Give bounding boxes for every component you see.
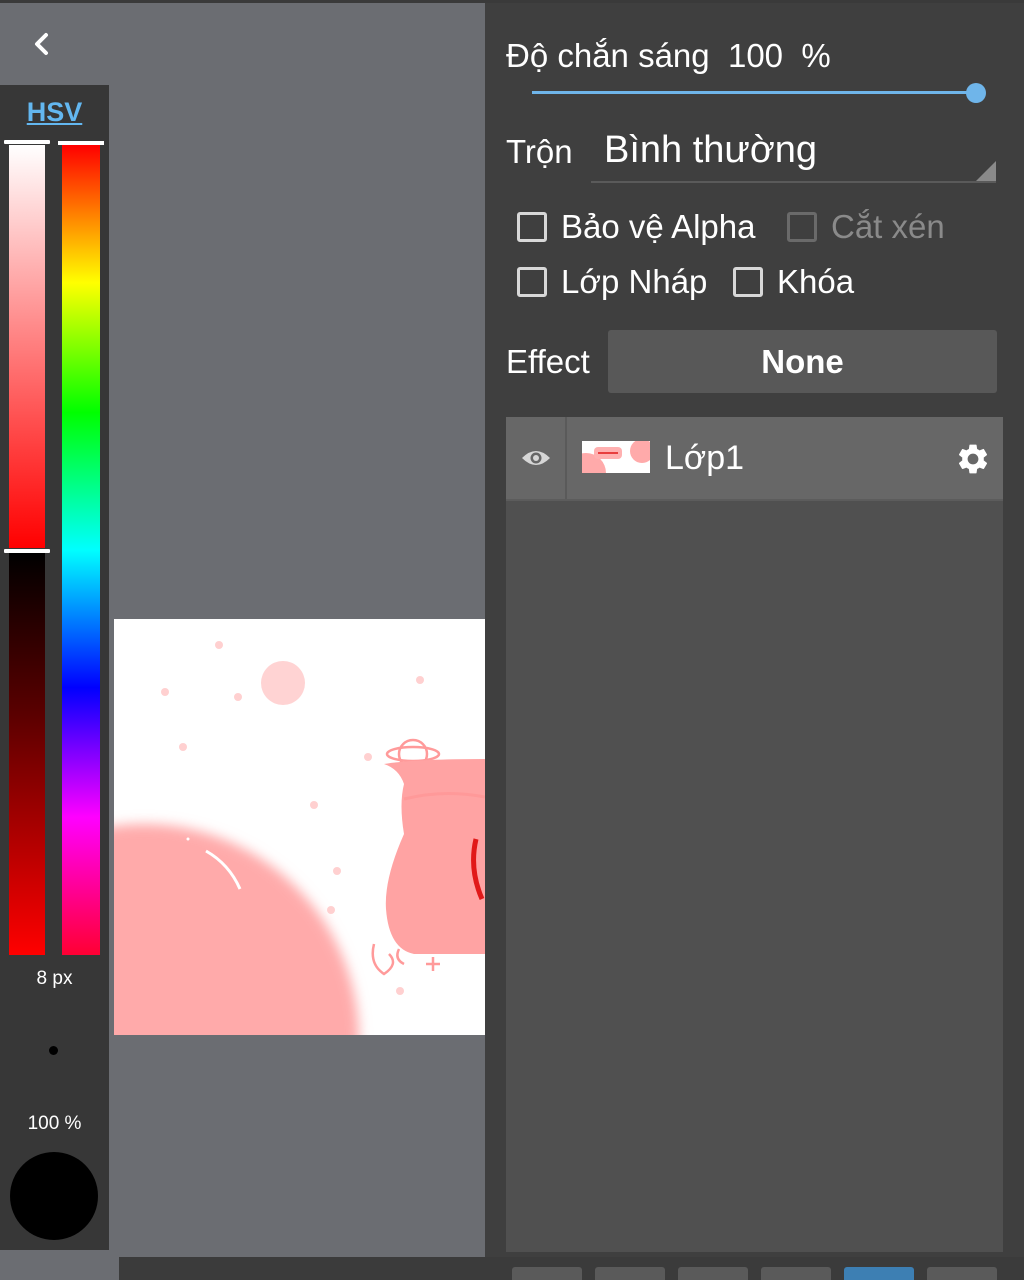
clipping-label: Cắt xén: [831, 208, 945, 245]
toolbar-button[interactable]: [595, 1267, 665, 1280]
effect-label: Effect: [506, 343, 590, 380]
canvas-artwork: [114, 641, 485, 1035]
saturation-slider[interactable]: [9, 145, 45, 548]
clipping-checkbox: Cắt xén: [787, 208, 945, 246]
layer-row[interactable]: Lớp1: [506, 417, 1003, 501]
lock-checkbox[interactable]: Khóa: [733, 263, 854, 301]
back-chevron-icon: [35, 33, 48, 55]
brush-size-preview: [49, 1046, 58, 1055]
blend-mode-dropdown[interactable]: Bình thường: [591, 119, 996, 183]
layer-thumbnail: [582, 441, 650, 473]
protect-alpha-checkbox[interactable]: Bảo vệ Alpha: [517, 208, 756, 246]
drawing-canvas[interactable]: [114, 619, 485, 1035]
effect-button[interactable]: None: [608, 330, 997, 393]
back-button[interactable]: [22, 24, 62, 64]
layer-settings-button[interactable]: [953, 439, 993, 479]
checkbox-box: [517, 267, 547, 297]
brush-opacity-readout[interactable]: 100 %: [0, 1113, 109, 1135]
layer-thumbnail-art: [582, 441, 650, 473]
draft-layer-label: Lớp Nháp: [561, 263, 708, 300]
blend-mode-label: Trộn: [506, 133, 573, 170]
protect-alpha-label: Bảo vệ Alpha: [561, 208, 756, 245]
value-slider[interactable]: [9, 553, 45, 955]
opacity-slider-track[interactable]: [532, 91, 976, 94]
hue-slider[interactable]: [62, 145, 100, 955]
eye-icon: [521, 451, 550, 465]
hue-marker[interactable]: [58, 141, 104, 145]
toolbar-button[interactable]: [512, 1267, 582, 1280]
checkbox-box: [517, 212, 547, 242]
screen: HSV 8 px 100 % Độ chắn sáng 100 % Trộn B…: [0, 0, 1024, 1280]
toolbar-button[interactable]: [678, 1267, 748, 1280]
toolbar-button[interactable]: [761, 1267, 831, 1280]
brush-size-readout[interactable]: 8 px: [0, 968, 109, 990]
toolbar-button-active[interactable]: [844, 1267, 914, 1280]
layer-list: Lớp1: [506, 417, 1003, 1252]
opacity-slider-handle[interactable]: [966, 83, 986, 103]
saturation-marker[interactable]: [4, 140, 50, 144]
draft-layer-checkbox[interactable]: Lớp Nháp: [517, 263, 707, 301]
checkbox-box: [733, 267, 763, 297]
value-marker[interactable]: [4, 549, 50, 553]
gear-icon: [958, 444, 988, 474]
layer-visibility-toggle[interactable]: [506, 417, 567, 499]
layer-name: Lớp1: [665, 439, 745, 477]
lock-label: Khóa: [777, 263, 855, 300]
layer-panel: Độ chắn sáng 100 % Trộn Bình thường Bảo …: [485, 3, 1024, 1280]
checkbox-box: [787, 212, 817, 242]
color-panel: HSV 8 px 100 %: [0, 85, 109, 1250]
blend-mode-value: Bình thường: [604, 129, 818, 171]
layer-opacity-label: Độ chắn sáng 100 %: [506, 37, 831, 74]
bottom-toolbar: [119, 1257, 1024, 1280]
current-color-swatch[interactable]: [10, 1152, 98, 1240]
color-mode-toggle[interactable]: HSV: [0, 97, 109, 128]
toolbar-button[interactable]: [927, 1267, 997, 1280]
dropdown-corner-icon: [976, 161, 996, 181]
